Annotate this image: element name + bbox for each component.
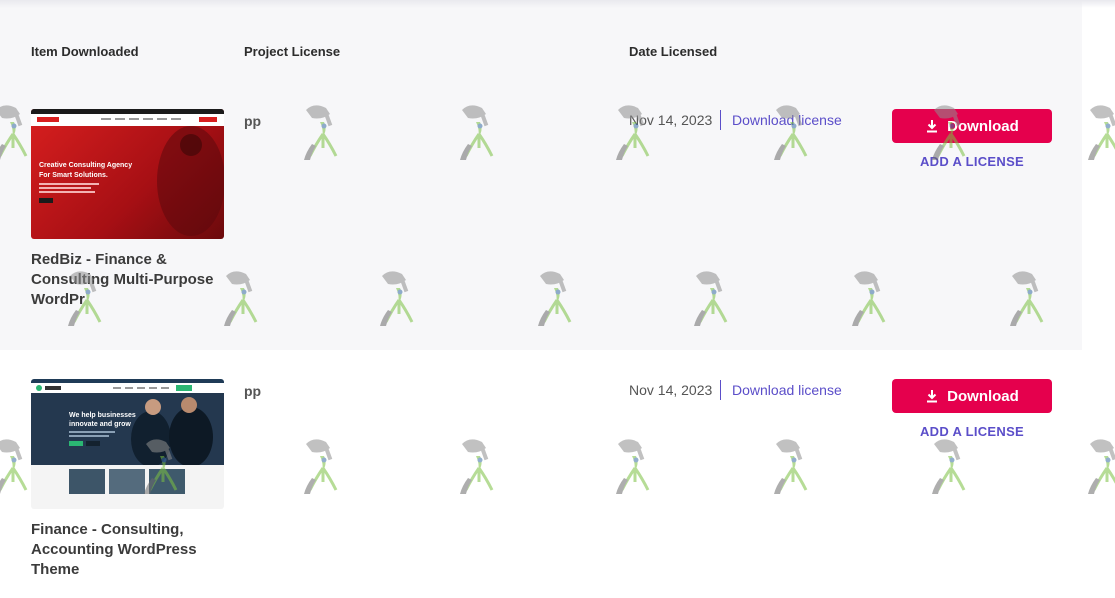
divider <box>720 380 721 400</box>
download-icon <box>927 390 938 403</box>
download-icon <box>927 120 938 133</box>
date-licensed: Nov 14, 2023 <box>629 382 713 398</box>
header-item-downloaded: Item Downloaded <box>31 44 139 59</box>
watermark-icon <box>1086 103 1115 162</box>
thumb-headline-2: innovate and grow <box>69 421 131 428</box>
redbiz-preview-image: Creative Consulting Agency For Smart Sol… <box>31 109 224 236</box>
thumb-headline-1: Creative Consulting Agency <box>39 162 132 169</box>
header-project-license: Project License <box>244 44 341 59</box>
item-title[interactable]: Finance - Consulting, Accounting WordPre… <box>31 520 221 580</box>
date-licensed: Nov 14, 2023 <box>629 112 713 128</box>
download-button[interactable]: Download <box>892 379 1052 413</box>
add-license-link[interactable]: ADD A LICENSE <box>892 154 1052 169</box>
top-shadow <box>0 0 1115 8</box>
thumb-headline-2: For Smart Solutions. <box>39 172 108 179</box>
add-license-link[interactable]: ADD A LICENSE <box>892 424 1052 439</box>
divider <box>720 110 721 130</box>
item-thumbnail[interactable]: Creative Consulting Agency For Smart Sol… <box>31 109 224 239</box>
project-license-value: pp <box>244 113 262 129</box>
download-row: Creative Consulting Agency For Smart Sol… <box>0 80 1082 348</box>
item-thumbnail[interactable]: We help businesses innovate and grow <box>31 379 224 509</box>
project-license-value: pp <box>244 383 262 399</box>
download-button-label: Download <box>947 117 1019 135</box>
download-license-link[interactable]: Download license <box>732 382 842 398</box>
watermark-icon <box>1086 437 1115 496</box>
download-button-label: Download <box>947 387 1019 405</box>
download-license-link[interactable]: Download license <box>732 112 842 128</box>
header-date-licensed: Date Licensed <box>629 44 718 59</box>
thumb-headline-1: We help businesses <box>69 412 136 419</box>
download-row: We help businesses innovate and grow Fin… <box>0 350 1082 598</box>
download-button[interactable]: Download <box>892 109 1052 143</box>
item-title[interactable]: RedBiz - Finance & Consulting Multi-Purp… <box>31 250 221 310</box>
finance-preview-image: We help businesses innovate and grow <box>31 379 224 509</box>
